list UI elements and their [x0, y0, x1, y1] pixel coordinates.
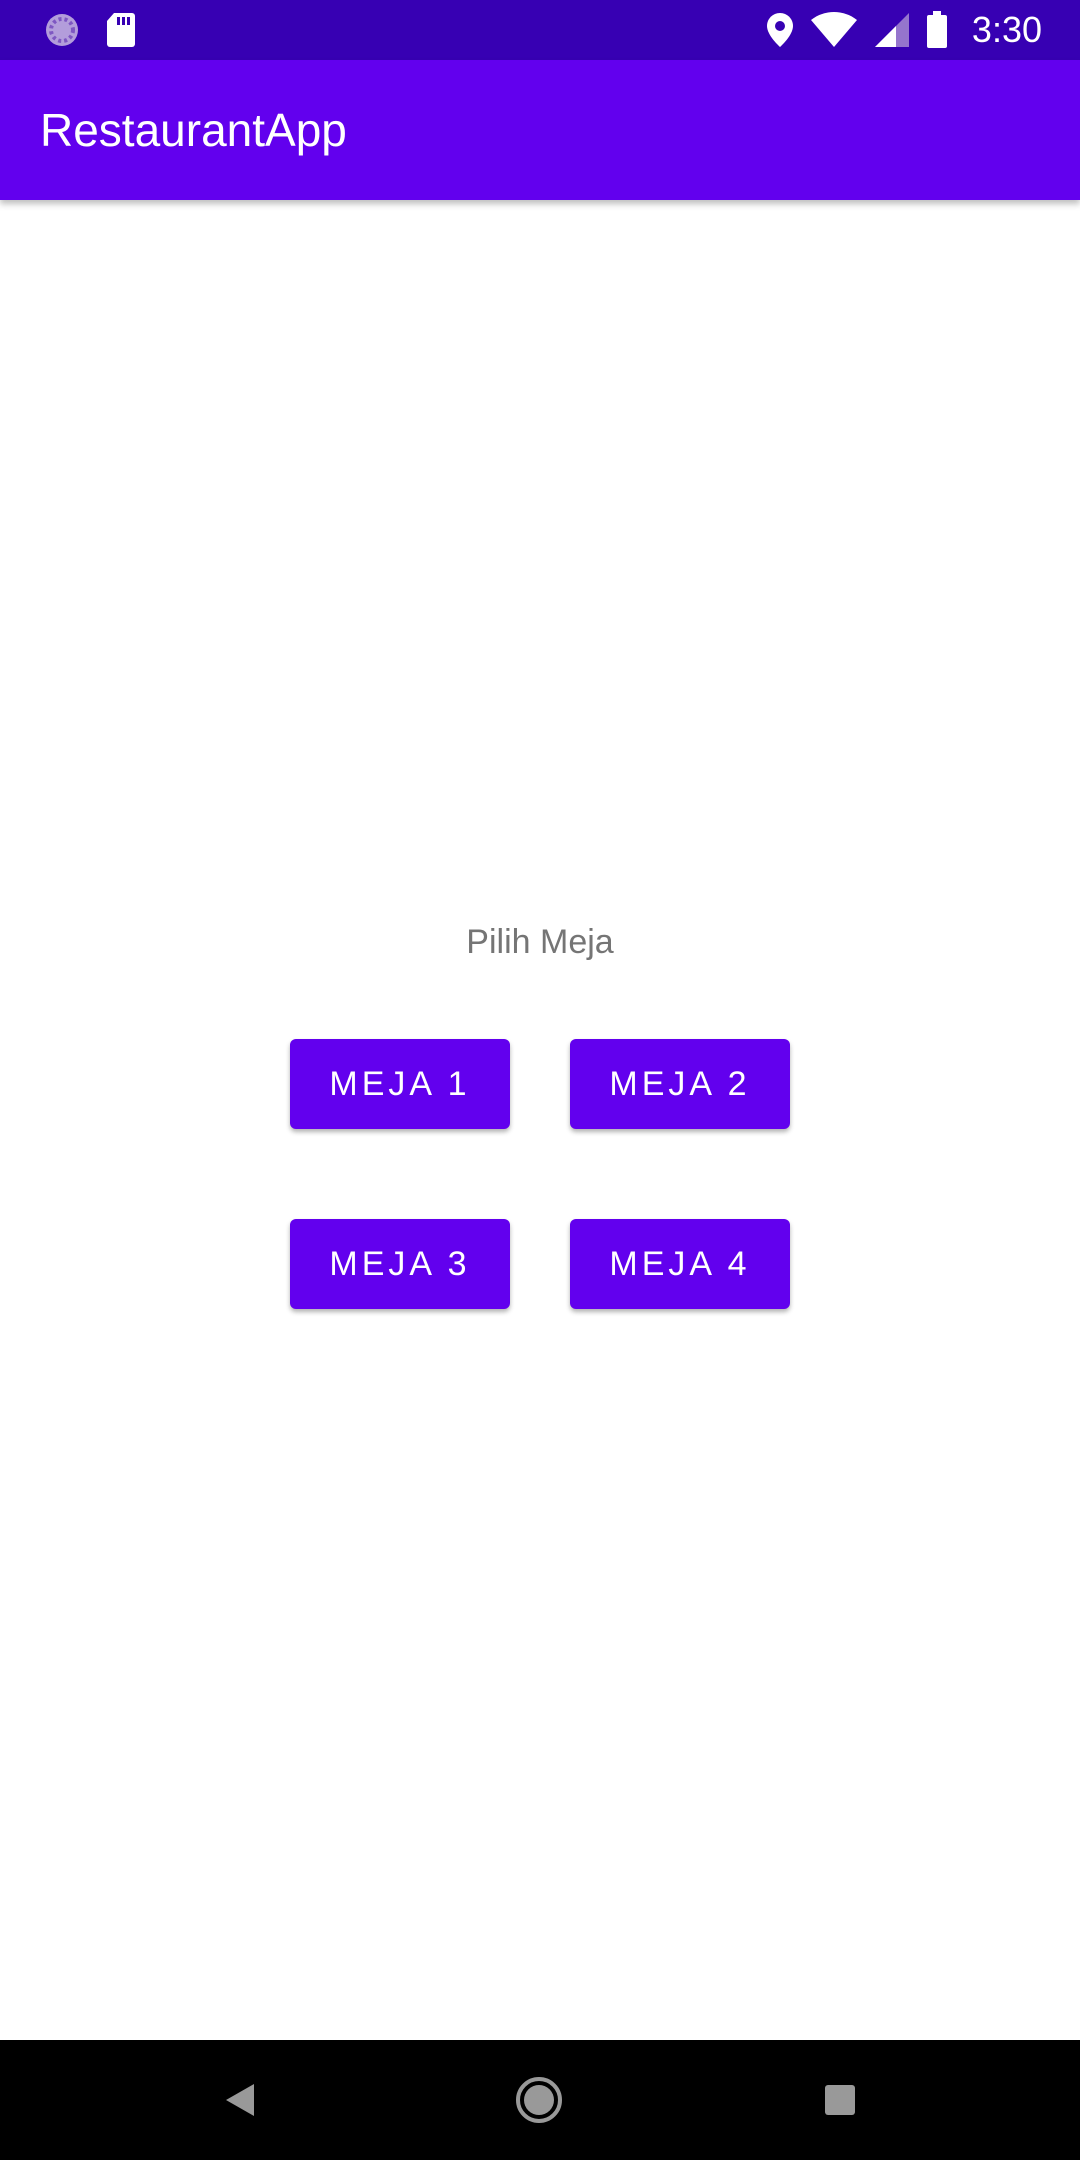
table-3-button[interactable]: MEJA 3 [290, 1219, 510, 1309]
app-bar: RestaurantApp [0, 60, 1080, 200]
back-icon [223, 2082, 257, 2118]
location-icon [766, 12, 794, 48]
home-button[interactable] [509, 2070, 569, 2130]
sd-card-icon [106, 12, 136, 48]
home-icon [514, 2075, 564, 2125]
status-bar: 3:30 [0, 0, 1080, 60]
status-time: 3:30 [971, 9, 1042, 50]
navigation-bar [0, 2040, 1080, 2160]
app-title: RestaurantApp [40, 104, 347, 156]
sync-icon [44, 12, 80, 48]
table-2-button[interactable]: MEJA 2 [570, 1039, 790, 1129]
wifi-icon [810, 12, 858, 48]
status-bar-notifications [44, 10, 136, 50]
screen: 3:30 RestaurantApp Pilih Meja MEJA 1 MEJ… [0, 0, 1080, 2160]
battery-icon [926, 11, 948, 49]
choose-table-label: Pilih Meja [466, 923, 614, 961]
signal-icon [874, 12, 910, 48]
table-1-button[interactable]: MEJA 1 [290, 1039, 510, 1129]
recents-icon [823, 2083, 857, 2117]
back-button[interactable] [210, 2070, 270, 2130]
status-bar-system: 3:30 [766, 8, 1042, 52]
recents-button[interactable] [810, 2070, 870, 2130]
table-4-button[interactable]: MEJA 4 [570, 1219, 790, 1309]
